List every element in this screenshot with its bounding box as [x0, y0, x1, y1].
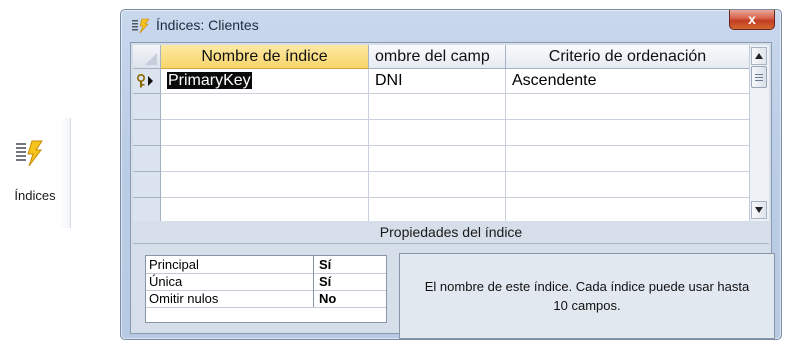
row-selector[interactable]: [133, 198, 161, 221]
property-row: Única Sí: [146, 273, 386, 291]
window-title: Índices: Clientes: [156, 17, 259, 33]
cell-field-name[interactable]: [369, 120, 506, 146]
property-name: Omitir nulos: [146, 290, 314, 307]
row-selector[interactable]: [133, 172, 161, 198]
cell-field-name[interactable]: [369, 172, 506, 198]
cell-sort-order[interactable]: [506, 172, 750, 198]
cell-field-name[interactable]: [369, 198, 506, 221]
cell-index-name[interactable]: [161, 172, 369, 198]
column-header-field-name[interactable]: ombre del camp: [369, 45, 506, 69]
indexes-grid: Nombre de índice ombre del camp Criterio…: [133, 45, 769, 221]
cell-sort-order[interactable]: [506, 94, 750, 120]
window-client: Nombre de índice ombre del camp Criterio…: [130, 42, 775, 339]
property-name: Única: [146, 273, 314, 290]
scroll-up-button[interactable]: [751, 47, 767, 65]
property-row: Omitir nulos No: [146, 290, 386, 308]
property-row: Principal Sí: [146, 256, 386, 274]
row-selector[interactable]: [133, 146, 161, 172]
column-header-sort-order[interactable]: Criterio de ordenación: [506, 45, 750, 69]
cell-index-name[interactable]: [161, 146, 369, 172]
index-properties-title: Propiedades del índice: [133, 221, 769, 244]
indexes-label: Índices: [14, 188, 56, 203]
property-help-box: El nombre de este índice. Cada índice pu…: [399, 253, 775, 339]
cell-field-name[interactable]: [369, 94, 506, 120]
cell-index-name[interactable]: [161, 94, 369, 120]
cell-index-name[interactable]: PrimaryKey: [161, 69, 369, 94]
cell-index-name[interactable]: [161, 120, 369, 146]
column-header-index-name[interactable]: Nombre de índice: [161, 45, 369, 69]
triangle-up-icon: [755, 53, 763, 59]
indexes-window: Índices: Clientes x Nombre de índice omb…: [120, 9, 782, 340]
cell-index-name[interactable]: [161, 198, 369, 221]
cell-sort-order[interactable]: Ascendente: [506, 69, 750, 94]
cell-sort-order[interactable]: [506, 146, 750, 172]
vertical-scrollbar[interactable]: [749, 45, 769, 221]
scroll-down-button[interactable]: [751, 201, 767, 219]
row-selector[interactable]: [133, 69, 161, 94]
close-button[interactable]: x: [729, 10, 775, 30]
property-value[interactable]: Sí: [314, 273, 386, 290]
title-bar[interactable]: Índices: Clientes x: [121, 10, 781, 40]
indexes-lightning-icon: [132, 18, 150, 34]
help-text: El nombre de este índice. Cada índice pu…: [424, 279, 750, 313]
property-value[interactable]: No: [314, 290, 386, 307]
index-name-value: PrimaryKey: [167, 72, 252, 89]
scroll-thumb[interactable]: [751, 66, 767, 88]
select-all-corner[interactable]: [133, 45, 161, 69]
cell-field-name[interactable]: DNI: [369, 69, 506, 94]
index-properties-table: Principal Sí Única Sí Omitir nulos No: [145, 255, 387, 323]
triangle-down-icon: [755, 207, 763, 213]
property-name: Principal: [146, 256, 314, 273]
indexes-ribbon-button[interactable]: Índices: [0, 118, 71, 228]
row-selector[interactable]: [133, 120, 161, 146]
row-selector[interactable]: [133, 94, 161, 120]
cell-field-name[interactable]: [369, 146, 506, 172]
key-arrow-icon: [136, 73, 153, 88]
indexes-lightning-icon: [16, 140, 43, 167]
cell-sort-order[interactable]: [506, 198, 750, 221]
cell-sort-order[interactable]: [506, 120, 750, 146]
property-value[interactable]: Sí: [314, 256, 386, 273]
